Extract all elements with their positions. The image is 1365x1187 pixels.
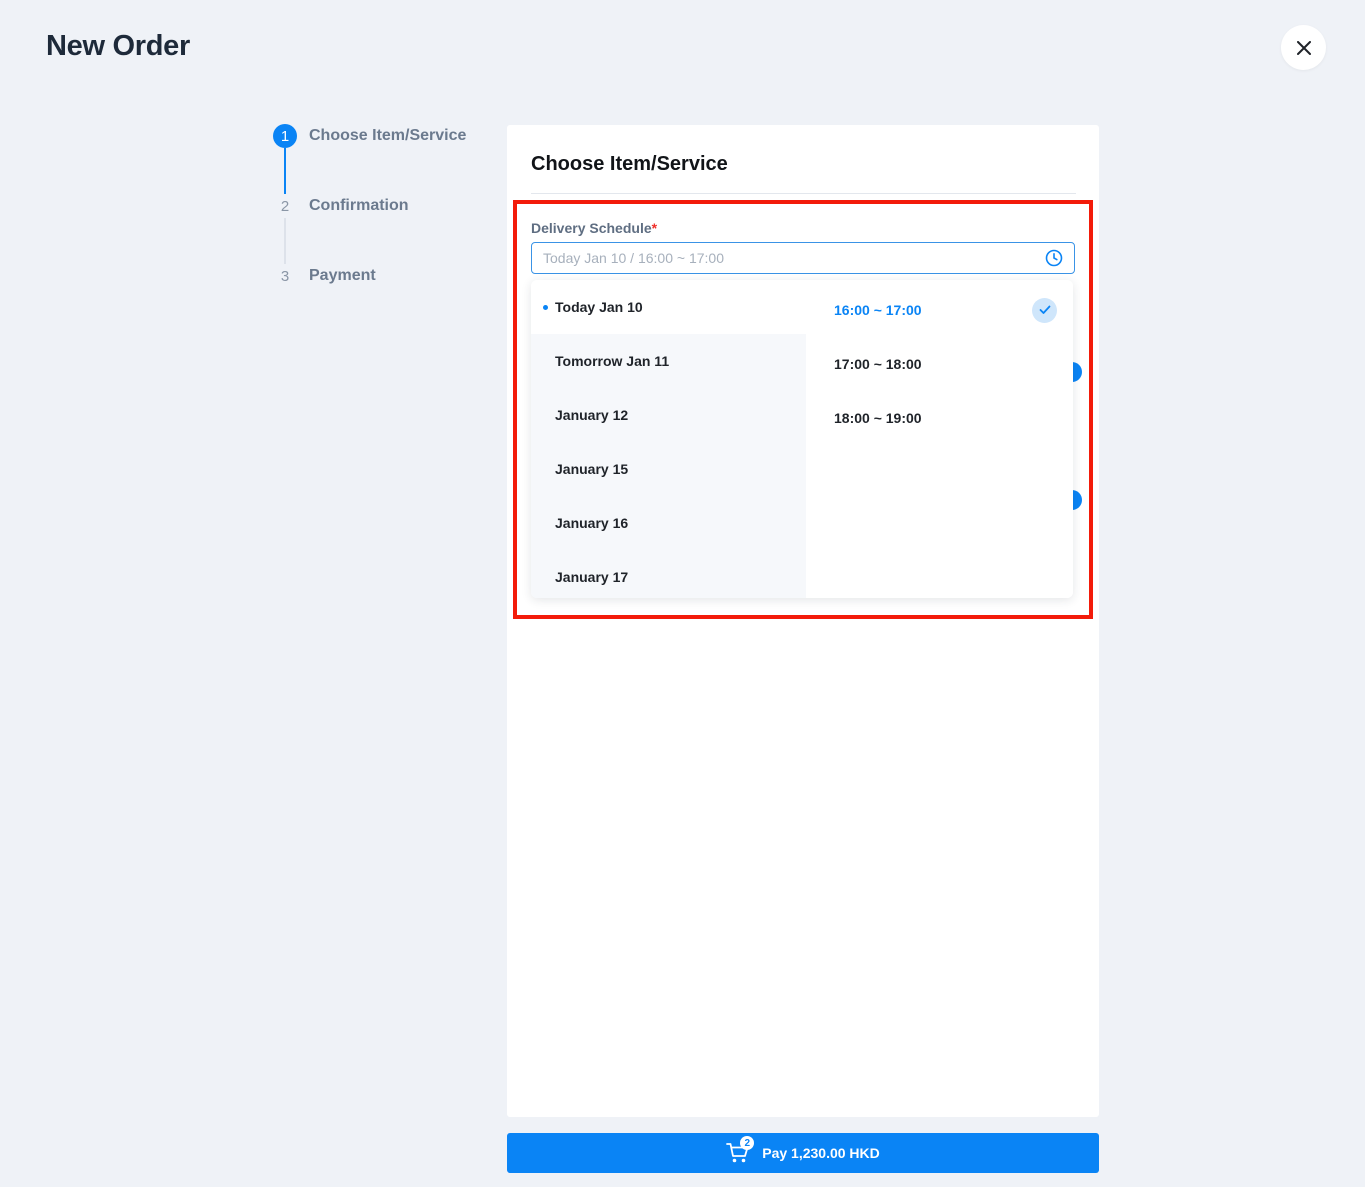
delivery-schedule-label: Delivery Schedule* <box>531 220 657 236</box>
step-choose-item[interactable]: 1 Choose Item/Service <box>273 124 466 148</box>
selected-dot-icon <box>543 304 548 310</box>
date-option-today[interactable]: Today Jan 10 <box>531 280 806 334</box>
time-slot-label: 16:00 ~ 17:00 <box>834 302 922 318</box>
card-title: Choose Item/Service <box>531 153 728 175</box>
date-option[interactable]: January 17 <box>531 550 806 598</box>
date-option-label: January 12 <box>555 407 629 423</box>
step-connector-active <box>284 148 286 194</box>
cart-icon: 2 <box>726 1136 755 1164</box>
divider <box>531 193 1076 194</box>
time-slot-label: 18:00 ~ 19:00 <box>834 410 922 426</box>
time-slot-list: 16:00 ~ 17:00 17:00 ~ 18:00 18:00 ~ 19:0… <box>806 280 1073 598</box>
date-list: Today Jan 10 Tomorrow Jan 11 January 12 … <box>531 280 806 598</box>
step-number: 1 <box>273 124 297 148</box>
hidden-radio-indicator <box>1072 362 1082 382</box>
hidden-radio-indicator <box>1072 490 1082 510</box>
close-button[interactable] <box>1281 25 1326 70</box>
close-icon <box>1296 40 1311 55</box>
pay-button[interactable]: 2 Pay 1,230.00 HKD <box>507 1133 1099 1173</box>
schedule-dropdown: Today Jan 10 Tomorrow Jan 11 January 12 … <box>531 280 1073 598</box>
date-option-label: Tomorrow Jan 11 <box>555 353 670 369</box>
step-payment[interactable]: 3 Payment <box>273 264 376 288</box>
date-option-tomorrow[interactable]: Tomorrow Jan 11 <box>531 334 806 388</box>
date-option-label: January 17 <box>555 569 629 585</box>
time-slot-label: 17:00 ~ 18:00 <box>834 356 922 372</box>
delivery-schedule-label-text: Delivery Schedule <box>531 220 652 236</box>
time-slot-option-selected[interactable]: 16:00 ~ 17:00 <box>806 283 1073 337</box>
delivery-schedule-input[interactable]: Today Jan 10 / 16:00 ~ 17:00 <box>531 242 1075 274</box>
delivery-schedule-placeholder: Today Jan 10 / 16:00 ~ 17:00 <box>543 250 724 266</box>
step-number: 2 <box>273 194 297 218</box>
cart-count-badge: 2 <box>740 1136 755 1150</box>
step-connector <box>284 218 286 264</box>
clock-icon[interactable] <box>1045 249 1063 267</box>
step-number: 3 <box>273 264 297 288</box>
pay-button-label: Pay 1,230.00 HKD <box>762 1145 880 1161</box>
time-slot-option[interactable]: 17:00 ~ 18:00 <box>806 337 1073 391</box>
date-option[interactable]: January 12 <box>531 388 806 442</box>
step-label: Choose Item/Service <box>309 127 467 144</box>
date-option-label: Today Jan 10 <box>555 299 643 315</box>
step-confirmation[interactable]: 2 Confirmation <box>273 194 409 218</box>
step-label: Confirmation <box>309 197 409 214</box>
date-option-label: January 16 <box>555 515 629 531</box>
date-option-label: January 15 <box>555 461 629 477</box>
check-icon <box>1032 297 1057 323</box>
step-label: Payment <box>309 267 376 284</box>
date-option[interactable]: January 15 <box>531 442 806 496</box>
time-slot-option[interactable]: 18:00 ~ 19:00 <box>806 391 1073 445</box>
date-option[interactable]: January 16 <box>531 496 806 550</box>
page-title: New Order <box>46 30 190 62</box>
required-mark: * <box>651 220 658 236</box>
